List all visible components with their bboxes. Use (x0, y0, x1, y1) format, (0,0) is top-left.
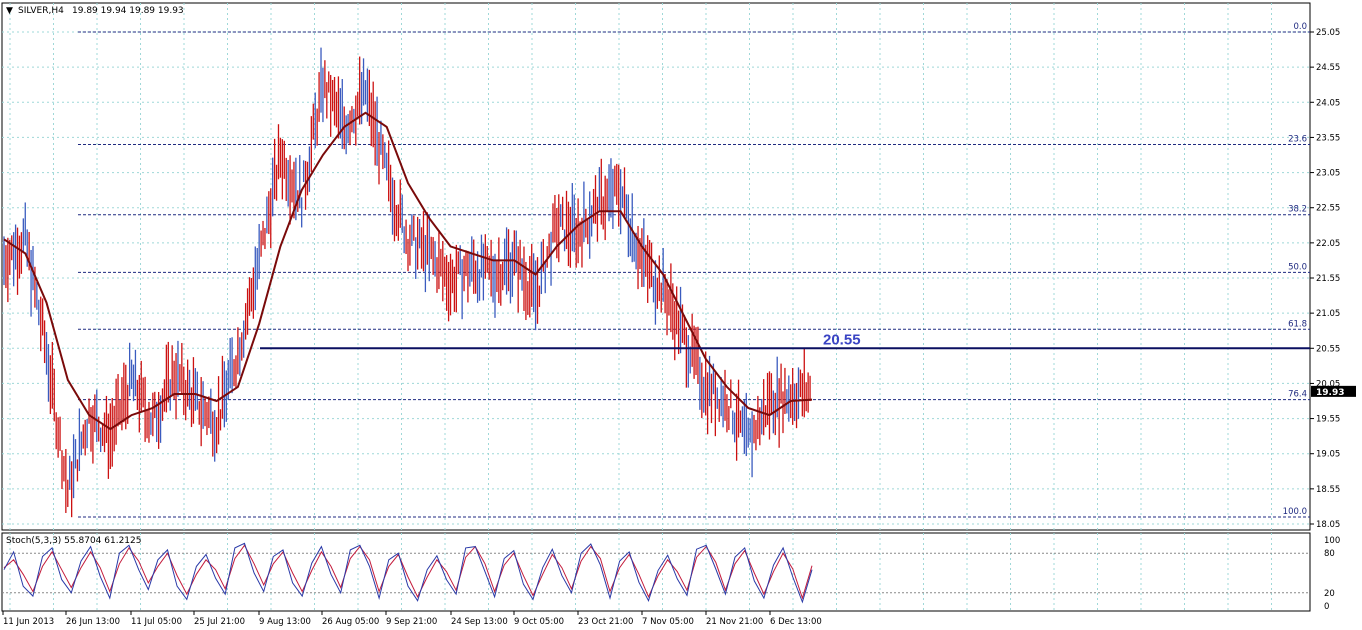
fib-label: 38.2 (1288, 205, 1307, 215)
symbol-label: SILVER,H4 (18, 6, 64, 16)
x-tick-label: 9 Aug 13:00 (259, 617, 311, 627)
y-tick-label: 20.55 (1316, 344, 1340, 354)
menu-arrow-icon[interactable]: ▼ (6, 6, 13, 16)
stoch-header: Stoch(5,3,3) 55.8704 61.2125 (6, 536, 141, 546)
fib-label: 50.0 (1288, 262, 1307, 272)
last-price-label: 19.93 (1316, 388, 1344, 398)
x-tick-label: 11 Jul 05:00 (131, 617, 182, 627)
y-tick-label: 23.55 (1316, 133, 1340, 143)
x-tick-label: 24 Sep 13:00 (451, 617, 508, 627)
fib-label: 76.4 (1288, 390, 1307, 400)
y-tick-label: 24.55 (1316, 63, 1340, 73)
price-axis: 25.05 24.55 24.05 23.55 23.05 22.55 22.05 21.55… (1310, 28, 1340, 530)
x-tick-label: 26 Aug 05:00 (322, 617, 379, 627)
x-tick-label: 9 Sep 21:00 (386, 617, 437, 627)
x-tick-label: 21 Nov 21:00 (706, 617, 763, 627)
x-tick-label: 23 Oct 21:00 (578, 617, 633, 627)
y-tick-label: 24.05 (1316, 98, 1340, 108)
y-tick-label: 18.05 (1316, 520, 1340, 530)
time-axis: 11 Jun 2013 26 Jun 13:00 11 Jul 05:00 25 Ju… (2, 611, 822, 627)
fib-label: 23.6 (1288, 134, 1307, 144)
last-price-tag: 19.93 (1311, 385, 1356, 398)
y-tick-label: 18.55 (1316, 485, 1340, 495)
y-tick-label: 22.55 (1316, 204, 1340, 214)
x-tick-label: 25 Jul 21:00 (194, 617, 245, 627)
ohlc-values: 19.89 19.94 19.89 19.93 (72, 6, 184, 16)
x-tick-label: 11 Jun 2013 (3, 617, 54, 627)
y-tick-label: 21.55 (1316, 274, 1340, 284)
stoch-tick-label: 0 (1324, 602, 1329, 612)
x-tick-label: 6 Dec 13:00 (770, 617, 822, 627)
stoch-tick-label: 20 (1324, 589, 1335, 599)
fib-label: 100.0 (1283, 507, 1307, 517)
y-tick-label: 22.05 (1316, 239, 1340, 249)
y-tick-label: 19.55 (1316, 415, 1340, 425)
level-label: 20.55 (823, 331, 861, 348)
stoch-tick-label: 80 (1324, 549, 1335, 559)
y-tick-label: 23.05 (1316, 169, 1340, 179)
fib-label: 0.0 (1293, 22, 1307, 32)
y-tick-label: 21.05 (1316, 309, 1340, 319)
stoch-tick-label: 100 (1324, 536, 1340, 546)
y-tick-label: 19.05 (1316, 450, 1340, 460)
x-tick-label: 26 Jun 13:00 (66, 617, 120, 627)
price-chart: 0.0 23.6 38.2 50.0 61.8 76.4 100.0 20.55 25.05… (1, 2, 1356, 627)
fib-label: 61.8 (1288, 319, 1307, 329)
x-tick-label: 9 Oct 05:00 (514, 617, 564, 627)
y-tick-label: 25.05 (1316, 28, 1340, 38)
stoch-axis: 100 80 20 0 (1324, 536, 1340, 612)
x-tick-label: 7 Nov 05:00 (642, 617, 694, 627)
